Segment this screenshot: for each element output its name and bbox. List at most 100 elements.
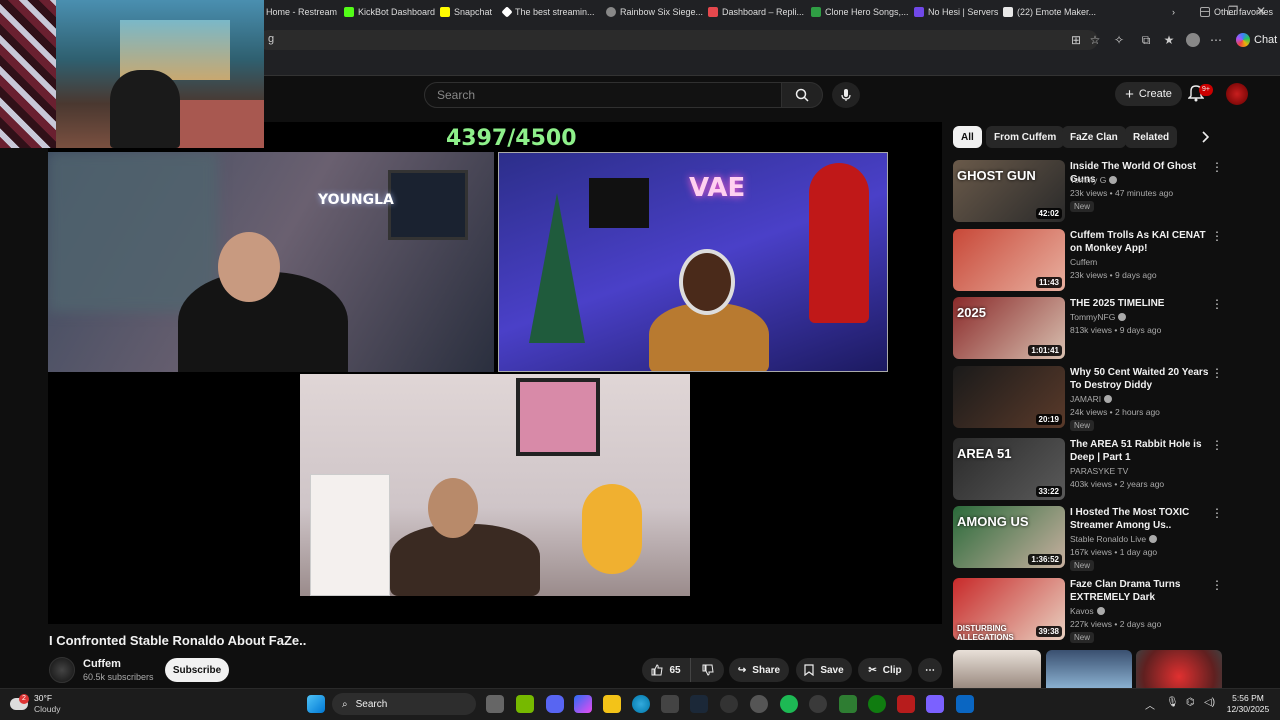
voice-search-button[interactable] (832, 82, 860, 108)
video-player[interactable]: 4397/4500 YOUNGLA VAE (48, 122, 942, 624)
file-explorer-icon[interactable] (603, 695, 621, 713)
vscode-icon[interactable] (926, 695, 944, 713)
bookmark-nohesi[interactable]: No Hesi | Servers (914, 5, 998, 19)
recommendation-title[interactable]: I Hosted The Most TOXIC Streamer Among U… (1070, 506, 1210, 532)
shorts-thumbnail[interactable] (1046, 650, 1132, 688)
settings-icon[interactable] (750, 695, 768, 713)
video-thumbnail[interactable]: AREA 51 33:22 (953, 438, 1065, 500)
create-button[interactable]: + Create (1115, 82, 1182, 106)
recommendation-channel[interactable]: Stable Ronaldo Live (1070, 534, 1146, 544)
channel-avatar[interactable] (49, 657, 75, 683)
recommendation-item[interactable]: 11:43 Cuffem Trolls As KAI CENAT on Monke… (953, 229, 1228, 295)
recommendation-channel[interactable]: PARASYKE TV (1070, 466, 1128, 476)
chip-faze-clan[interactable]: FaZe Clan (1062, 126, 1126, 148)
chevron-right-icon[interactable] (1194, 126, 1216, 148)
steam-icon[interactable] (690, 695, 708, 713)
channel-name[interactable]: Cuffem (83, 658, 121, 670)
bookmark-dashboard[interactable]: Dashboard – Repli... (708, 5, 804, 19)
recommendation-channel[interactable]: Cuffem (1070, 257, 1097, 267)
user-avatar[interactable] (1226, 83, 1248, 105)
more-menu-icon[interactable]: ⋯ (1208, 33, 1224, 47)
discord-icon[interactable] (546, 695, 564, 713)
recommendation-title[interactable]: THE 2025 TIMELINE (1070, 297, 1210, 310)
taskbar-search[interactable]: ⌕ Search (332, 693, 476, 715)
recommendation-channel[interactable]: JAMARI (1070, 394, 1101, 404)
shorts-thumbnail[interactable] (1136, 650, 1222, 688)
search-input[interactable]: Search (424, 82, 782, 108)
bookmarks-overflow-icon[interactable]: › (1172, 5, 1175, 19)
network-icon[interactable]: ⌬ (1186, 697, 1195, 708)
share-button[interactable]: ↪ Share (729, 658, 789, 682)
start-icon[interactable] (307, 695, 325, 713)
bookmark-clonehero[interactable]: Clone Hero Songs,... (811, 5, 909, 19)
video-thumbnail[interactable]: DISTURBING ALLEGATIONS 39:38 (953, 578, 1065, 640)
store-icon[interactable] (661, 695, 679, 713)
more-vertical-icon[interactable]: ⋮ (1211, 229, 1223, 243)
video-thumbnail[interactable]: 2025 1:01:41 (953, 297, 1065, 359)
active-window-icon[interactable] (956, 695, 974, 713)
recommendation-title[interactable]: The AREA 51 Rabbit Hole is Deep | Part 1 (1070, 438, 1210, 464)
copilot-chat-button[interactable]: Chat (1230, 30, 1280, 50)
weather-widget[interactable]: 2 30°F Cloudy (10, 693, 60, 715)
favorite-star-icon[interactable]: ☆ (1087, 33, 1103, 47)
video-thumbnail[interactable]: GHOST GUN 42:02 (953, 160, 1065, 222)
app-available-icon[interactable]: ⊞ (1068, 33, 1084, 47)
tray-overflow-icon[interactable]: ︿ (1145, 697, 1155, 712)
task-view-icon[interactable] (486, 695, 504, 713)
video-thumbnail[interactable]: 20:19 (953, 366, 1065, 428)
bookmark-emotemaker[interactable]: (22) Emote Maker... (1003, 5, 1096, 19)
more-vertical-icon[interactable]: ⋮ (1211, 366, 1223, 380)
recommendation-item[interactable]: 2025 1:01:41 THE 2025 TIMELINE TommyNFG 813k… (953, 297, 1228, 363)
microphone-tray-icon[interactable]: 🎙 (1166, 697, 1179, 708)
bookmark-snapchat[interactable]: Snapchat (440, 5, 492, 19)
bookmark-other-favorites[interactable]: Other favorites (1200, 5, 1273, 19)
search-button[interactable] (781, 82, 823, 108)
profile-avatar[interactable] (1186, 33, 1200, 47)
recommendation-title[interactable]: Cuffem Trolls As KAI CENAT on Monkey App… (1070, 229, 1210, 255)
subscribe-button[interactable]: Subscribe (165, 658, 229, 682)
favorites-icon[interactable]: ★ (1161, 33, 1177, 47)
recommendation-item[interactable]: GHOST GUN 42:02 Inside The World Of Ghost … (953, 160, 1228, 226)
like-button[interactable]: 65 (642, 658, 690, 682)
more-vertical-icon[interactable]: ⋮ (1211, 160, 1223, 174)
obs-icon[interactable] (720, 695, 738, 713)
edge-icon[interactable] (632, 695, 650, 713)
game-launcher-icon[interactable] (897, 695, 915, 713)
extensions-icon[interactable]: ✧ (1111, 33, 1127, 47)
recommendation-channel[interactable]: Tommy G (1070, 175, 1106, 185)
nvidia-icon[interactable] (516, 695, 534, 713)
video-thumbnail[interactable]: 11:43 (953, 229, 1065, 291)
chip-from-cuffem[interactable]: From Cuffem (986, 126, 1065, 148)
more-vertical-icon[interactable]: ⋮ (1211, 438, 1223, 452)
more-vertical-icon[interactable]: ⋮ (1211, 578, 1223, 592)
shorts-thumbnail[interactable] (953, 650, 1041, 688)
chip-related[interactable]: Related (1125, 126, 1178, 148)
recommendation-item[interactable]: AREA 51 33:22 The AREA 51 Rabbit Hole is D… (953, 438, 1228, 504)
copilot-taskbar-icon[interactable] (574, 695, 592, 713)
more-vertical-icon[interactable]: ⋮ (1211, 506, 1223, 520)
xbox-icon[interactable] (868, 695, 886, 713)
recommendation-channel[interactable]: Kavos (1070, 606, 1094, 616)
address-bar[interactable]: g (258, 30, 1098, 50)
video-thumbnail[interactable]: AMONG US 1:36:52 (953, 506, 1065, 568)
clip-button[interactable]: ✂ Clip (858, 658, 912, 682)
chip-all[interactable]: All (953, 126, 982, 148)
system-clock[interactable]: 5:56 PM 12/30/2025 (1222, 693, 1274, 715)
dislike-button[interactable] (690, 658, 724, 682)
recommendation-title[interactable]: Faze Clan Drama Turns EXTREMELY Dark (1070, 578, 1210, 604)
more-vertical-icon[interactable]: ⋮ (1211, 297, 1223, 311)
bookmark-restream[interactable]: Home - Restream (266, 5, 337, 19)
save-button[interactable]: Save (796, 658, 852, 682)
more-actions-button[interactable]: ⋯ (918, 658, 942, 682)
4k-downloader-icon[interactable] (809, 695, 827, 713)
recommendation-channel[interactable]: TommyNFG (1070, 312, 1115, 322)
app-b-icon[interactable] (839, 695, 857, 713)
volume-icon[interactable]: ◁) (1204, 697, 1215, 708)
bookmark-streaming[interactable]: The best streamin... (501, 5, 595, 19)
bookmark-r6[interactable]: Rainbow Six Siege... (606, 5, 703, 19)
spotify-icon[interactable] (780, 695, 798, 713)
split-screen-icon[interactable]: ⧉ (1138, 33, 1154, 47)
bookmark-kickbot[interactable]: KickBot Dashboard (344, 5, 435, 19)
recommendation-item[interactable]: DISTURBING ALLEGATIONS 39:38 Faze Clan Dra… (953, 578, 1228, 644)
recommendation-item[interactable]: 20:19 Why 50 Cent Waited 20 Years To Dest… (953, 366, 1228, 432)
